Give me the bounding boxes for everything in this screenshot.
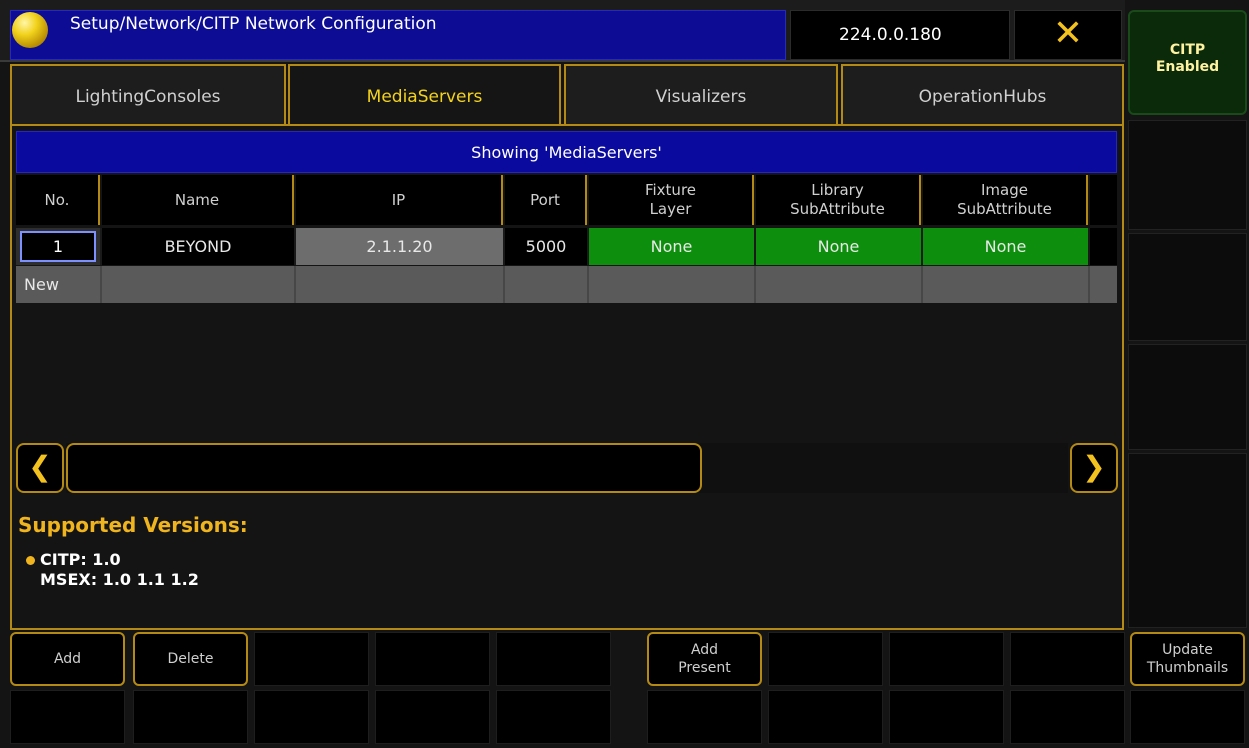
cell-port[interactable]: 5000 bbox=[505, 228, 589, 265]
cell-no[interactable]: 1 bbox=[16, 228, 102, 265]
add-present-button[interactable]: Add Present bbox=[647, 632, 762, 686]
close-icon: ✕ bbox=[1052, 13, 1084, 54]
app-logo-orb[interactable] bbox=[12, 12, 48, 48]
update-thumbnails-button[interactable]: Update Thumbnails bbox=[1130, 632, 1245, 686]
add-present-label-2: Present bbox=[678, 660, 731, 676]
msex-versions: MSEX: 1.0 1.1 1.2 bbox=[40, 570, 199, 589]
citp-enabled-label-2: Enabled bbox=[1155, 59, 1220, 75]
citp-enabled-button[interactable]: CITP Enabled bbox=[1128, 10, 1247, 115]
column-header-image-label-1: Image bbox=[981, 181, 1028, 199]
multicast-ip-field[interactable]: 224.0.0.180 bbox=[790, 10, 1010, 60]
column-header-library-label-2: SubAttribute bbox=[790, 200, 885, 218]
update-thumbnails-label-1: Update bbox=[1162, 642, 1213, 658]
table-new-row[interactable]: New bbox=[16, 266, 1117, 304]
column-header-name-label: Name bbox=[174, 190, 220, 209]
new-row-cell-library[interactable] bbox=[756, 266, 923, 303]
empty-button-13[interactable] bbox=[768, 690, 883, 744]
empty-button-4[interactable] bbox=[768, 632, 883, 686]
column-header-fixture-label-1: Fixture bbox=[644, 181, 697, 199]
cell-no-value: 1 bbox=[20, 231, 96, 262]
empty-button-7[interactable] bbox=[10, 690, 125, 744]
column-header-library-label-1: Library bbox=[811, 181, 864, 199]
side-area-empty bbox=[1128, 453, 1247, 628]
column-header-name[interactable]: Name bbox=[102, 175, 294, 225]
column-header-port-label: Port bbox=[530, 190, 560, 209]
empty-button-5[interactable] bbox=[889, 632, 1004, 686]
cell-ip[interactable]: 2.1.1.20 bbox=[296, 228, 505, 265]
tab-visualizers[interactable]: Visualizers bbox=[564, 64, 838, 126]
side-button-empty-1[interactable] bbox=[1128, 120, 1247, 230]
new-row-cell-fixture-layer[interactable] bbox=[589, 266, 756, 303]
cell-library-subattribute[interactable]: None bbox=[756, 228, 923, 265]
empty-button-11[interactable] bbox=[496, 690, 611, 744]
empty-button-12[interactable] bbox=[647, 690, 762, 744]
horizontal-scroll-thumb[interactable] bbox=[66, 443, 702, 493]
empty-button-3[interactable] bbox=[496, 632, 611, 686]
window-title: Setup/Network/CITP Network Configuration bbox=[70, 14, 437, 34]
delete-button[interactable]: Delete bbox=[133, 632, 248, 686]
chevron-right-icon: ❯ bbox=[1082, 450, 1106, 483]
scroll-left-button[interactable]: ❮ bbox=[16, 443, 64, 493]
tab-operation-hubs[interactable]: OperationHubs bbox=[841, 64, 1124, 126]
citp-version: CITP: 1.0 bbox=[40, 550, 121, 569]
tab-media-servers[interactable]: MediaServers bbox=[288, 64, 561, 126]
empty-button-9[interactable] bbox=[254, 690, 369, 744]
column-header-image-subattribute[interactable]: Image SubAttribute bbox=[923, 175, 1088, 225]
empty-button-15[interactable] bbox=[1010, 690, 1125, 744]
table-row[interactable]: 1 BEYOND 2.1.1.20 5000 None None None bbox=[16, 228, 1117, 266]
new-row-cell-image[interactable] bbox=[923, 266, 1090, 303]
bullet-icon bbox=[26, 556, 35, 565]
column-header-ip[interactable]: IP bbox=[296, 175, 503, 225]
update-thumbnails-label-2: Thumbnails bbox=[1146, 660, 1229, 676]
cell-image-subattribute[interactable]: None bbox=[923, 228, 1090, 265]
add-button[interactable]: Add bbox=[10, 632, 125, 686]
empty-button-2[interactable] bbox=[375, 632, 490, 686]
column-header-library-subattribute[interactable]: Library SubAttribute bbox=[756, 175, 921, 225]
empty-button-1[interactable] bbox=[254, 632, 369, 686]
column-header-port[interactable]: Port bbox=[505, 175, 587, 225]
scroll-right-button[interactable]: ❯ bbox=[1070, 443, 1118, 493]
cell-extra bbox=[1090, 228, 1117, 265]
add-present-label-1: Add bbox=[690, 642, 719, 658]
close-button[interactable]: ✕ bbox=[1014, 10, 1122, 60]
empty-button-14[interactable] bbox=[889, 690, 1004, 744]
cell-name[interactable]: BEYOND bbox=[102, 228, 296, 265]
column-header-image-label-2: SubAttribute bbox=[957, 200, 1052, 218]
side-button-empty-2[interactable] bbox=[1128, 233, 1247, 341]
new-row-cell-extra bbox=[1090, 266, 1117, 303]
side-button-empty-3[interactable] bbox=[1128, 344, 1247, 450]
cell-fixture-layer[interactable]: None bbox=[589, 228, 756, 265]
tab-lighting-consoles[interactable]: LightingConsoles bbox=[10, 64, 286, 126]
citp-enabled-label-1: CITP bbox=[1169, 42, 1206, 58]
new-row-cell-ip[interactable] bbox=[296, 266, 505, 303]
table-header: No. Name IP Port Fixture Layer Library S… bbox=[16, 175, 1117, 227]
showing-banner: Showing 'MediaServers' bbox=[16, 131, 1117, 173]
empty-button-6[interactable] bbox=[1010, 632, 1125, 686]
empty-button-10[interactable] bbox=[375, 690, 490, 744]
empty-button-16[interactable] bbox=[1130, 690, 1245, 744]
new-row-cell-name[interactable] bbox=[102, 266, 296, 303]
column-header-no-label: No. bbox=[44, 190, 70, 209]
column-header-fixture-layer[interactable]: Fixture Layer bbox=[589, 175, 754, 225]
new-row-label[interactable]: New bbox=[16, 266, 102, 303]
column-header-ip-label: IP bbox=[391, 190, 406, 209]
column-header-extra bbox=[1090, 175, 1117, 225]
new-row-cell-port[interactable] bbox=[505, 266, 589, 303]
column-header-fixture-label-2: Layer bbox=[649, 200, 692, 218]
chevron-left-icon: ❮ bbox=[28, 450, 52, 483]
column-header-no[interactable]: No. bbox=[16, 175, 100, 225]
supported-versions-title: Supported Versions: bbox=[18, 513, 248, 537]
empty-button-8[interactable] bbox=[133, 690, 248, 744]
